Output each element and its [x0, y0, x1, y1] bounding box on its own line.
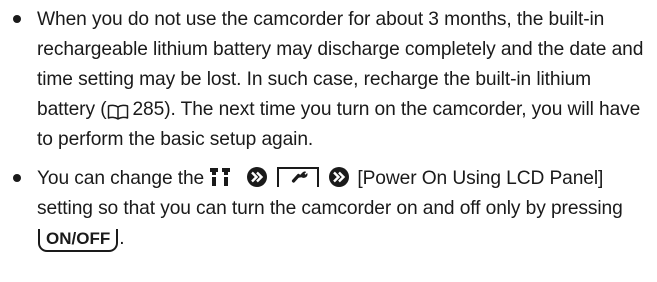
bullet-point	[13, 15, 21, 23]
on-off-key-label: ON/OFF	[38, 229, 119, 252]
double-arrow-right-icon	[329, 166, 350, 187]
page-reference-number[interactable]: 285	[132, 99, 164, 120]
bullet-point	[13, 174, 21, 182]
list-item-power-setting-note: You can change the [Power On Using LCD P…	[11, 164, 651, 254]
camcorder-menu-icon	[209, 167, 231, 187]
setting-name: [Power On Using LCD Panel]	[357, 168, 604, 189]
notes-list: When you do not use the camcorder for ab…	[11, 5, 651, 254]
power-note-text-middle: setting so that you can turn the camcord…	[37, 198, 623, 219]
list-item-battery-note: When you do not use the camcorder for ab…	[11, 5, 651, 155]
double-arrow-right-icon	[247, 166, 268, 187]
wrench-settings-tab-icon	[277, 166, 320, 188]
book-reference-icon	[107, 100, 129, 121]
power-note-text-end: .	[119, 228, 125, 249]
power-note-text-start: You can change the	[37, 168, 205, 189]
manual-page: When you do not use the camcorder for ab…	[0, 0, 657, 282]
